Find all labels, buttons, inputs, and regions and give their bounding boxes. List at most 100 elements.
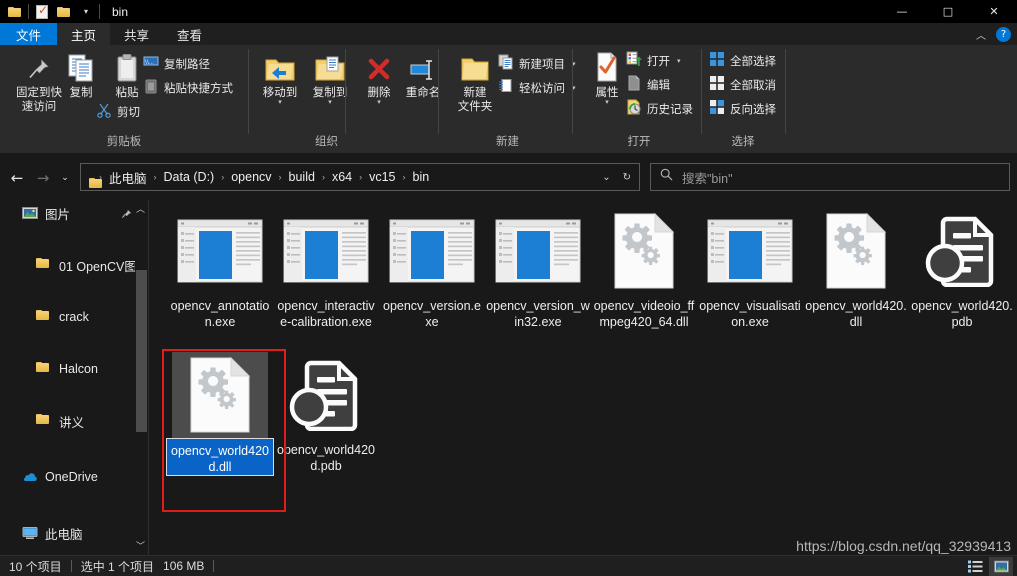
sidebar-item-pictures-quick[interactable]: 图片 xyxy=(0,200,148,226)
address-bar[interactable]: › 此电脑 › Data (D:) › opencv › build › x64… xyxy=(80,163,640,191)
file-item-opencv-world420d-dll[interactable]: opencv_world420d.dll xyxy=(166,352,274,476)
select-all-icon xyxy=(709,51,725,72)
rename-icon xyxy=(407,49,439,83)
ribbon-button-open[interactable]: 打开 ▾ xyxy=(626,50,681,72)
qat-properties-icon[interactable] xyxy=(31,1,53,23)
window-controls: — □ ✕ xyxy=(879,0,1017,23)
sidebar-scroll-thumb[interactable] xyxy=(136,270,147,432)
tab-home[interactable]: 主页 xyxy=(57,23,111,45)
easy-access-label: 轻松访问 xyxy=(519,83,565,95)
status-item-count: 10 个项目 xyxy=(9,559,62,574)
sidebar-item-jiangyi[interactable]: 讲义 xyxy=(0,408,148,434)
tab-share[interactable]: 共享 xyxy=(110,23,163,45)
move-to-caret-icon[interactable]: ▾ xyxy=(278,99,282,106)
breadcrumb-bin[interactable]: bin xyxy=(411,170,432,184)
ribbon-button-select-none[interactable]: 全部取消 xyxy=(709,74,776,96)
open-icon xyxy=(626,51,642,72)
open-caret-icon[interactable]: ▾ xyxy=(677,57,681,65)
file-item-opencv-interactive-calibration[interactable]: opencv_interactive-calibration.exe xyxy=(274,208,378,330)
file-name: opencv_world420d.pdb xyxy=(277,443,375,473)
navigation-pane[interactable]: 图片 01 OpenCV图像 crack Halcon 讲义 OneDrive … xyxy=(0,200,148,556)
sidebar-scroll-up-icon[interactable]: ︿ xyxy=(134,202,147,215)
large-icons-view-icon[interactable] xyxy=(989,556,1013,576)
collapse-ribbon-icon[interactable]: ︿ xyxy=(976,27,986,42)
status-selection: 选中 1 个项目 xyxy=(80,559,155,574)
file-item-opencv-visualisation[interactable]: opencv_visualisation.exe xyxy=(698,208,802,330)
sidebar-label-pictures-quick: 图片 xyxy=(45,207,71,222)
sidebar-item-this-pc[interactable]: 此电脑 xyxy=(0,520,148,546)
list-view-icon[interactable] xyxy=(963,557,987,576)
file-list-pane[interactable]: opencv_annotation.exe opencv_interactive… xyxy=(152,200,1017,556)
file-item-opencv-videoio-ffmpeg[interactable]: opencv_videoio_ffmpeg420_64.dll xyxy=(592,208,696,330)
sidebar-item-crack[interactable]: crack xyxy=(0,304,148,330)
breadcrumb-vc15[interactable]: vc15 xyxy=(367,170,397,184)
file-item-opencv-world420-pdb[interactable]: opencv_world420.pdb xyxy=(910,208,1014,330)
ribbon-button-select-all[interactable]: 全部选择 xyxy=(709,50,776,72)
file-name: opencv_world420.dll xyxy=(805,299,907,329)
ribbon-button-copy-path[interactable]: \\... 复制路径 xyxy=(143,53,210,75)
status-size: 106 MB xyxy=(163,559,205,573)
breadcrumb-x64[interactable]: x64 xyxy=(330,170,354,184)
sidebar-scrollbar[interactable]: ︿ ﹀ xyxy=(135,200,148,556)
file-item-opencv-world420d-pdb[interactable]: opencv_world420d.pdb xyxy=(274,352,378,474)
breadcrumb-data-d[interactable]: Data (D:) xyxy=(162,170,217,184)
ribbon-button-easy-access[interactable]: 轻松访问 ▾ xyxy=(498,77,576,99)
forward-button[interactable]: → xyxy=(30,165,56,191)
file-name: opencv_world420.pdb xyxy=(911,299,1013,329)
properties-caret-icon[interactable]: ▾ xyxy=(605,99,609,106)
address-dropdown-icon[interactable]: ⌄ xyxy=(602,172,610,183)
back-button[interactable]: ← xyxy=(4,165,30,191)
search-placeholder: 搜索"bin" xyxy=(682,171,733,186)
maximize-button[interactable]: □ xyxy=(925,0,971,23)
breadcrumb-sep-6: › xyxy=(402,172,406,182)
ribbon-button-paste-shortcut[interactable]: 粘贴快捷方式 xyxy=(143,77,233,99)
delete-caret-icon[interactable]: ▾ xyxy=(377,99,381,106)
recent-locations-button[interactable]: ⌄ xyxy=(56,165,74,191)
breadcrumb-sep-2: › xyxy=(221,172,225,182)
ribbon-button-invert-selection[interactable]: 反向选择 xyxy=(709,98,776,120)
paste-icon xyxy=(114,49,140,83)
copy-path-label: 复制路径 xyxy=(164,59,210,71)
pin-icon-sidebar[interactable] xyxy=(121,207,132,225)
status-divider-1 xyxy=(70,560,72,572)
file-name: opencv_version_win32.exe xyxy=(486,299,590,329)
ribbon-button-cut[interactable]: 剪切 xyxy=(96,101,140,123)
ribbon-button-edit[interactable]: 编辑 xyxy=(626,74,670,96)
breadcrumb-this-pc[interactable]: 此电脑 xyxy=(107,168,149,187)
pdb-icon xyxy=(914,208,1010,294)
ribbon-group-label-clipboard: 剪贴板 xyxy=(106,136,142,148)
pin-label-line2: 速访问 xyxy=(21,101,57,113)
ribbon-divider-3 xyxy=(438,49,439,134)
breadcrumb-opencv[interactable]: opencv xyxy=(229,170,273,184)
sidebar-item-halcon[interactable]: Halcon xyxy=(0,356,148,382)
scissors-icon xyxy=(96,102,112,123)
sidebar-item-onedrive[interactable]: OneDrive xyxy=(0,464,148,490)
copy-to-caret-icon[interactable]: ▾ xyxy=(328,99,332,106)
search-box[interactable]: 搜索"bin" xyxy=(650,163,1010,191)
breadcrumb-build[interactable]: build xyxy=(287,170,317,184)
ribbon-button-new-item[interactable]: 新建项目 ▾ xyxy=(498,53,576,75)
quick-access-toolbar: ▾ xyxy=(0,0,102,23)
tab-file[interactable]: 文件 xyxy=(0,23,58,45)
pane-splitter[interactable] xyxy=(148,200,149,556)
tab-view[interactable]: 查看 xyxy=(163,23,216,45)
ribbon-divider-4 xyxy=(572,49,573,134)
qat-divider-2 xyxy=(99,4,100,19)
ribbon-button-new-folder[interactable]: 新建 文件夹 xyxy=(444,49,506,114)
refresh-icon[interactable]: ↻ xyxy=(623,172,631,183)
file-item-opencv-version-win32[interactable]: opencv_version_win32.exe xyxy=(486,208,590,330)
sidebar-label-crack: crack xyxy=(59,310,89,324)
file-item-opencv-annotation[interactable]: opencv_annotation.exe xyxy=(168,208,272,330)
help-icon[interactable]: ? xyxy=(996,26,1011,42)
sidebar-item-opencv-images[interactable]: 01 OpenCV图像 xyxy=(0,252,148,278)
qat-customize-caret-icon[interactable]: ▾ xyxy=(75,1,97,23)
file-item-opencv-version[interactable]: opencv_version.exe xyxy=(380,208,484,330)
minimize-button[interactable]: — xyxy=(879,0,925,23)
qat-folder-icon[interactable] xyxy=(4,1,26,23)
sidebar-scroll-down-icon[interactable]: ﹀ xyxy=(134,539,147,552)
ribbon-button-history[interactable]: 历史记录 xyxy=(626,98,693,120)
qat-new-folder-icon[interactable] xyxy=(53,1,75,23)
file-item-opencv-world420-dll[interactable]: opencv_world420.dll xyxy=(804,208,908,330)
breadcrumb-sep-3: › xyxy=(278,172,282,182)
close-button[interactable]: ✕ xyxy=(971,0,1017,23)
